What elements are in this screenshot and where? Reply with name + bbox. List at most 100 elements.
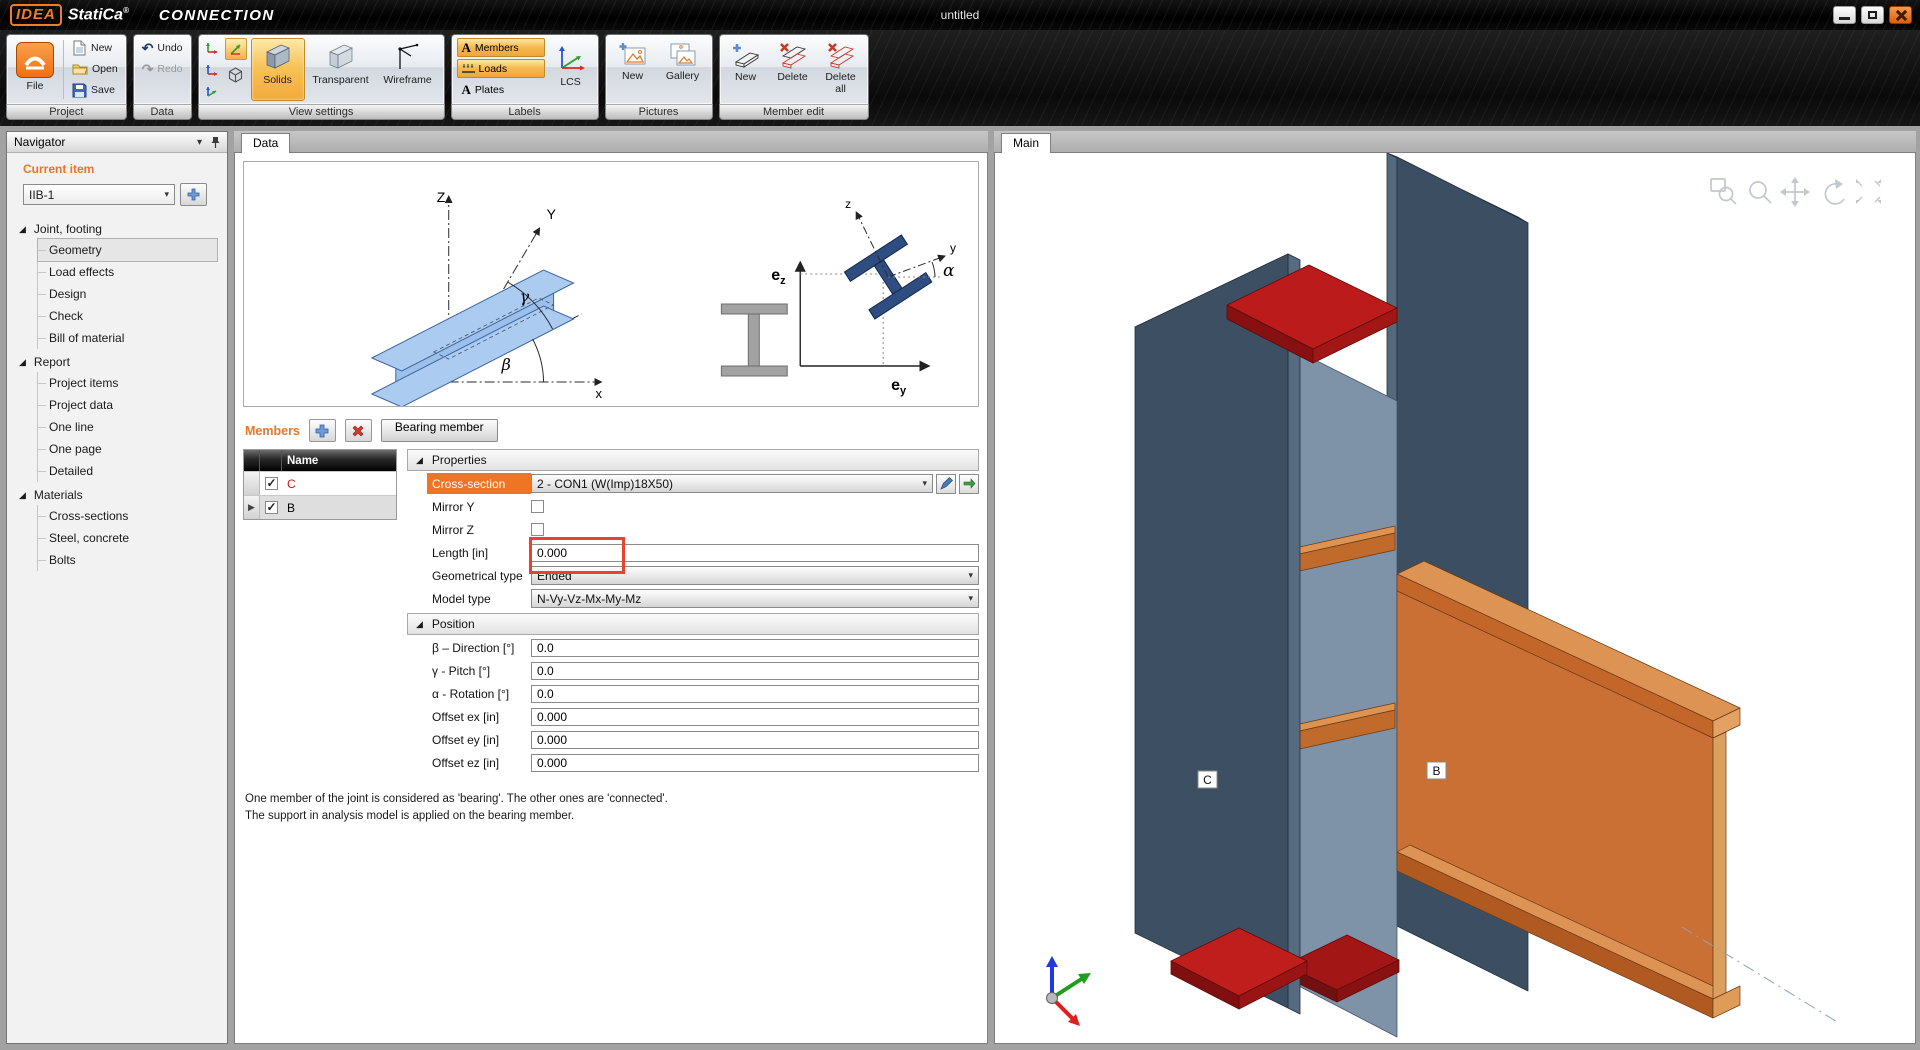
tree-item-project-data[interactable]: Project data (38, 394, 217, 416)
file-button[interactable]: File (12, 38, 58, 101)
expander-icon[interactable]: ◢ (19, 224, 26, 235)
app-logo: IDEA StatiCa® CONNECTION (10, 4, 275, 26)
chevron-down-icon: ▾ (164, 189, 169, 200)
axis-view-icon-2[interactable] (204, 61, 221, 78)
pin-icon[interactable] (211, 136, 220, 149)
save-button[interactable]: Save (69, 80, 121, 100)
undo-button[interactable]: ↶ Undo (139, 38, 186, 58)
solids-icon (263, 42, 293, 72)
plates-labels-toggle[interactable]: A Plates (457, 80, 545, 99)
properties-group-header[interactable]: ◢ Properties (407, 449, 979, 471)
expander-icon[interactable]: ◢ (19, 490, 26, 501)
navigator-collapse-icon[interactable]: ▾ (197, 137, 202, 148)
solids-button[interactable]: Solids (251, 38, 305, 101)
idea-logo: IDEA (10, 4, 62, 26)
wireframe-button[interactable]: Wireframe (377, 38, 439, 101)
new-button[interactable]: New (69, 38, 121, 58)
ribbon-group-data: ↶ Undo ↷ Redo Data (133, 34, 192, 120)
redo-button[interactable]: ↷ Redo (139, 59, 186, 79)
tree-item-project-items[interactable]: Project items (38, 372, 217, 394)
tab-data[interactable]: Data (241, 133, 290, 153)
close-icon (1890, 7, 1911, 23)
tree-item-cross-sections[interactable]: Cross-sections (38, 505, 217, 527)
axis-view-icon-1[interactable] (204, 39, 221, 56)
tab-main[interactable]: Main (1001, 133, 1051, 153)
3d-viewport[interactable]: C B (995, 153, 1915, 1043)
close-button[interactable] (1889, 6, 1912, 24)
table-row-member-b[interactable]: ▶ B (244, 495, 396, 519)
member-label-c[interactable]: C (1198, 771, 1217, 788)
beta-direction-input[interactable] (531, 639, 979, 657)
length-input[interactable] (531, 544, 979, 562)
cross-section-dropdown[interactable]: 2 - CON1 (W(Imp)18X50) ▾ (531, 474, 933, 493)
tree-item-detailed[interactable]: Detailed (38, 460, 217, 482)
isometric-view-button[interactable] (225, 38, 247, 60)
member-new-button[interactable]: New (725, 38, 767, 101)
offset-ey-input[interactable] (531, 731, 979, 749)
tree-item-check[interactable]: Check (38, 305, 217, 327)
member-delete-all-button[interactable]: Delete all (819, 38, 863, 101)
minimize-button[interactable] (1833, 6, 1856, 24)
offset-ex-input[interactable] (531, 708, 979, 726)
gamma-pitch-input[interactable] (531, 662, 979, 680)
current-item-combobox[interactable]: IIB-1 ▾ (23, 184, 175, 205)
position-group-header[interactable]: ◢ Position (407, 613, 979, 635)
add-member-button[interactable] (309, 419, 336, 442)
column-web (1291, 348, 1397, 1037)
table-row-member-c[interactable]: C (244, 471, 396, 495)
main-panel: Main (994, 131, 1916, 1044)
members-title: Members (245, 424, 300, 438)
lcs-toggle[interactable]: LCS (549, 38, 593, 101)
expander-icon[interactable]: ◢ (19, 357, 26, 368)
plus-icon (187, 188, 200, 201)
open-button[interactable]: Open (69, 59, 121, 79)
picture-new-button[interactable]: New (611, 38, 655, 101)
tree-group-materials[interactable]: ◢ Materials (7, 485, 227, 505)
tree-group-joint-footing[interactable]: ◢ Joint, footing (7, 219, 227, 239)
geometrical-type-dropdown[interactable]: Ended ▾ (531, 566, 979, 585)
member-delete-button[interactable]: Delete (771, 38, 815, 101)
copy-cross-section-button[interactable] (959, 474, 979, 494)
gamma-label: γ (520, 287, 530, 306)
members-labels-toggle[interactable]: A Members (457, 38, 545, 57)
member-b-checkbox[interactable] (265, 501, 278, 514)
offset-ez-input[interactable] (531, 754, 979, 772)
zoom-icon[interactable] (1750, 182, 1771, 203)
mirror-z-checkbox[interactable] (531, 523, 544, 536)
bearing-member-button[interactable]: Bearing member (381, 419, 498, 442)
app-name: CONNECTION (159, 7, 275, 24)
rotate-icon[interactable] (1825, 179, 1844, 204)
mirror-y-checkbox[interactable] (531, 500, 544, 513)
member-c-checkbox[interactable] (265, 477, 278, 490)
fullscreen-icon[interactable] (1856, 179, 1881, 204)
edit-cross-section-button[interactable] (936, 474, 956, 494)
tree-item-one-page[interactable]: One page (38, 438, 217, 460)
maximize-button[interactable] (1861, 6, 1884, 24)
tree-item-load-effects[interactable]: Load effects (38, 261, 217, 283)
model-type-dropdown[interactable]: N-Vy-Vz-Mx-My-Mz ▾ (531, 589, 979, 608)
new-document-icon (72, 40, 87, 56)
alpha-rotation-input[interactable] (531, 685, 979, 703)
small-y-label: y (950, 241, 956, 255)
cross-section-label: Cross-section (427, 473, 531, 494)
delete-member-button[interactable] (345, 419, 372, 442)
zoom-window-icon[interactable] (1711, 179, 1736, 204)
tree-group-report[interactable]: ◢ Report (7, 352, 227, 372)
perspective-cube-button[interactable] (225, 64, 247, 86)
pan-icon[interactable] (1780, 177, 1810, 207)
wireframe-icon (393, 42, 423, 72)
member-label-b[interactable]: B (1427, 762, 1446, 779)
tree-item-geometry[interactable]: Geometry (38, 239, 217, 261)
tree-item-bill-of-material[interactable]: Bill of material (38, 327, 217, 349)
loads-labels-toggle[interactable]: Loads (457, 59, 545, 78)
tree-item-steel-concrete[interactable]: Steel, concrete (38, 527, 217, 549)
tree-item-bolts[interactable]: Bolts (38, 549, 217, 571)
tree-item-design[interactable]: Design (38, 283, 217, 305)
add-item-button[interactable] (180, 183, 207, 206)
tree-item-one-line[interactable]: One line (38, 416, 217, 438)
ey-label: e (891, 377, 900, 394)
axis-view-icon-3[interactable] (204, 83, 221, 100)
gallery-button[interactable]: Gallery (659, 38, 707, 101)
bearing-member-note: One member of the joint is considered as… (245, 791, 690, 826)
transparent-button[interactable]: Transparent (309, 38, 373, 101)
